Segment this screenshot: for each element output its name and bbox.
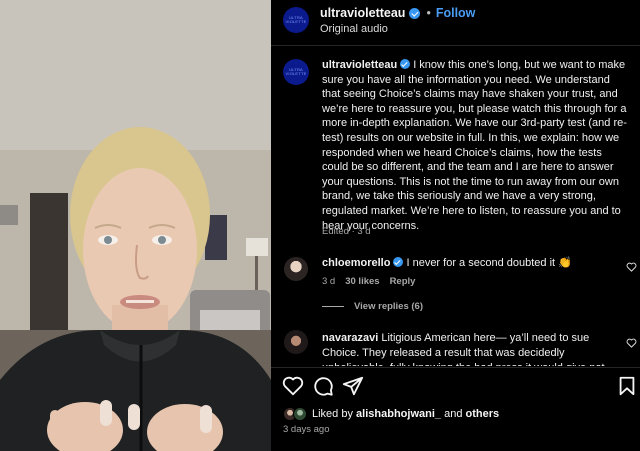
- action-bar: [271, 372, 640, 400]
- caption-avatar[interactable]: ULTRA VIOLETTE: [283, 59, 309, 85]
- post-header: ULTRA VIOLETTE ultravioletteau • Follow …: [271, 0, 640, 46]
- liked-by-prefix: Liked by: [312, 408, 353, 420]
- comment-username[interactable]: chloemorello: [322, 257, 390, 269]
- view-replies-button[interactable]: View replies (6): [322, 301, 423, 312]
- comment-meta: 3 d 30 likes Reply: [322, 276, 415, 287]
- liker-avatar[interactable]: [293, 407, 307, 421]
- reel-video[interactable]: [0, 0, 271, 451]
- liked-by-row: Liked by alishabhojwani_ and others: [283, 406, 499, 422]
- comment-username[interactable]: navarazavi: [322, 332, 378, 344]
- paper-plane-icon[interactable]: [342, 375, 364, 397]
- follow-button[interactable]: Follow: [436, 6, 476, 20]
- bookmark-icon[interactable]: [616, 375, 638, 397]
- comment-icon[interactable]: [312, 375, 334, 397]
- avatar-logo-text: ULTRA VIOLETTE: [285, 14, 307, 24]
- post-timestamp[interactable]: 3 days ago: [283, 424, 329, 435]
- caption-username[interactable]: ultravioletteau: [322, 59, 397, 71]
- avatar-logo-text: ULTRA VIOLETTE: [285, 66, 307, 76]
- caption-meta: Edited · 3 d: [322, 226, 371, 237]
- comment-avatar[interactable]: [284, 257, 308, 281]
- account-avatar[interactable]: ULTRA VIOLETTE: [283, 7, 309, 33]
- comment-like-heart-icon[interactable]: [626, 262, 637, 272]
- comment-like-heart-icon[interactable]: [626, 338, 637, 348]
- video-frame-illustration: [0, 0, 271, 451]
- post-panel: ULTRA VIOLETTE ultravioletteau • Follow …: [271, 0, 640, 451]
- liked-by-conj: and: [444, 408, 463, 420]
- caption-text: I know this one’s long, but we want to m…: [322, 59, 627, 232]
- comment-likes[interactable]: 30 likes: [345, 276, 379, 287]
- comment-text: I never for a second doubted it 👏: [406, 257, 572, 269]
- header-title-row: ultravioletteau • Follow: [320, 6, 475, 20]
- comment-avatar[interactable]: [284, 330, 308, 354]
- comment-item: chloemorello I never for a second doubted…: [322, 256, 618, 271]
- verified-badge-icon: [400, 59, 411, 69]
- header-username[interactable]: ultravioletteau: [320, 6, 405, 20]
- verified-badge-icon: [393, 257, 404, 267]
- original-audio-link[interactable]: Original audio: [320, 23, 388, 35]
- actions-divider: [271, 367, 640, 368]
- liked-by-user[interactable]: alishabhojwani_: [356, 408, 441, 420]
- comment-age: 3 d: [322, 276, 336, 287]
- liked-by-others[interactable]: others: [466, 408, 500, 420]
- comment-item: navarazavi Litigious American here— ya’l…: [322, 331, 618, 366]
- heart-icon[interactable]: [282, 375, 304, 397]
- verified-badge-icon: [409, 7, 421, 19]
- comment-reply-button[interactable]: Reply: [390, 276, 416, 287]
- post-caption: ultravioletteau I know this one’s long, b…: [322, 58, 628, 233]
- header-separator: •: [426, 6, 431, 20]
